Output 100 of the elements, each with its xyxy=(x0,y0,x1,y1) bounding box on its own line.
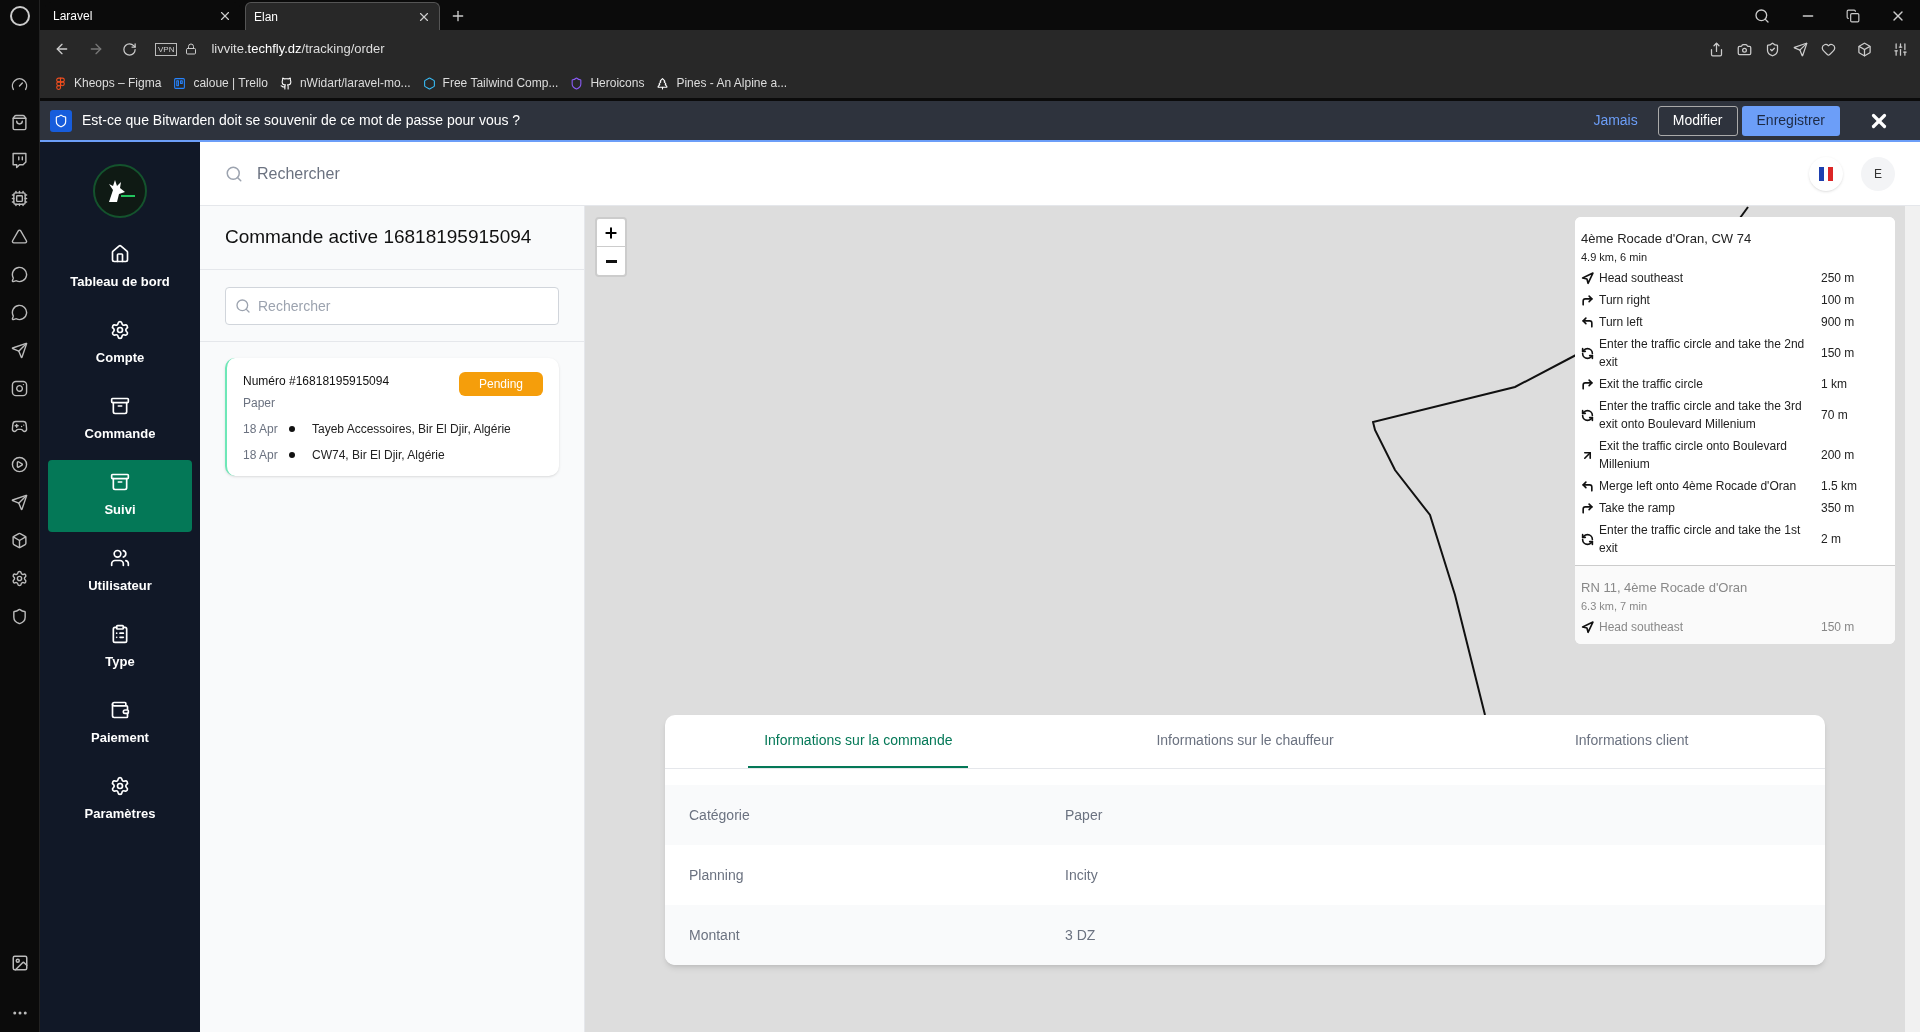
sidebar-app-icon[interactable] xyxy=(11,266,28,283)
step-distance: 100 m xyxy=(1821,292,1855,309)
step-distance: 1.5 km xyxy=(1821,478,1857,495)
direction-icon xyxy=(1581,479,1594,493)
shield-icon[interactable] xyxy=(1765,41,1780,57)
nav-icon xyxy=(110,700,130,721)
stop-address: CW74, Bir El Djir, Algérie xyxy=(312,447,445,464)
detail-label: Montant xyxy=(689,925,741,945)
cube-icon[interactable] xyxy=(1857,41,1872,57)
step-instruction: Enter the traffic circle and take the 3rd exit onto Boulevard Millenium xyxy=(1599,398,1803,433)
details-tab[interactable]: Informations sur la commande xyxy=(748,715,969,768)
search-icon xyxy=(225,164,243,183)
sidebar-app-icon[interactable] xyxy=(11,152,28,169)
bookmark-link[interactable]: Heroicons xyxy=(590,74,645,92)
sidebar-app-icon[interactable] xyxy=(11,342,28,359)
browser-tab[interactable]: Elan xyxy=(245,2,440,30)
address-bar-url[interactable]: livvite.techfly.dz/tracking/order xyxy=(211,39,385,59)
sidebar-nav-item[interactable]: Commande xyxy=(48,384,192,456)
route-summary: 6.3 km, 7 min xyxy=(1581,598,1649,614)
heart-icon[interactable] xyxy=(1821,41,1836,57)
step-distance: 70 m xyxy=(1821,407,1848,424)
sidebar-app-icon[interactable] xyxy=(11,532,28,549)
back-icon[interactable] xyxy=(54,41,70,57)
details-tab[interactable]: Informations sur le chauffeur xyxy=(1140,715,1350,768)
lock-icon xyxy=(185,43,198,55)
reload-icon[interactable] xyxy=(122,41,137,57)
nav-icon xyxy=(110,320,130,341)
step-instruction: Take the ramp xyxy=(1599,500,1677,517)
stop-date: 18 Apr xyxy=(243,447,279,464)
sidebar-app-icon[interactable] xyxy=(11,228,28,245)
sidebar-app-icon[interactable] xyxy=(11,494,28,511)
bookmark-link[interactable]: Free Tailwind Comp... xyxy=(442,74,559,92)
bookmark-link[interactable]: Pines - An Alpine a... xyxy=(676,74,788,92)
french-flag-icon[interactable] xyxy=(1809,156,1843,191)
browser-logo-icon[interactable] xyxy=(9,6,30,26)
step-distance: 350 m xyxy=(1821,500,1855,517)
direction-icon xyxy=(1581,293,1594,307)
sidebar-app-icon[interactable] xyxy=(11,304,28,321)
gallery-icon[interactable] xyxy=(10,954,29,972)
edit-button[interactable]: Modifier xyxy=(1657,105,1738,136)
direction-icon xyxy=(1581,620,1594,634)
sidebar-nav-item[interactable]: Type xyxy=(48,612,192,684)
step-instruction: Enter the traffic circle and take the 2nd exit xyxy=(1599,336,1806,371)
step-instruction: Turn right xyxy=(1599,292,1651,309)
vpn-badge[interactable]: VPN xyxy=(155,42,178,56)
close-tab-icon[interactable] xyxy=(218,9,232,23)
bookmark-link[interactable]: caloue | Trello xyxy=(193,74,268,92)
restore-icon[interactable] xyxy=(1846,9,1860,23)
detail-value: 3 DZ xyxy=(1065,925,1096,945)
sidebar-nav-item[interactable]: Paiement xyxy=(48,688,192,760)
sidebar-app-icon[interactable] xyxy=(11,114,28,131)
never-link[interactable]: Jamais xyxy=(1593,110,1638,131)
direction-icon xyxy=(1581,501,1594,515)
bookmark-link[interactable]: nWidart/laravel-mo... xyxy=(299,74,411,92)
step-instruction: Turn left xyxy=(1599,314,1644,331)
send-icon[interactable] xyxy=(1793,41,1808,57)
search-field[interactable]: Rechercher xyxy=(257,161,657,186)
nav-icon xyxy=(110,396,130,417)
forward-icon[interactable] xyxy=(88,41,104,57)
step-instruction: Merge left onto 4ème Rocade d'Oran xyxy=(1599,478,1798,495)
detail-value: Paper xyxy=(1065,805,1103,825)
sidebar-nav-item[interactable]: Suivi xyxy=(48,460,192,532)
route-summary: 4.9 km, 6 min xyxy=(1581,249,1649,265)
direction-icon xyxy=(1581,408,1594,422)
save-button[interactable]: Enregistrer xyxy=(1741,105,1840,136)
step-instruction: Head southeast xyxy=(1599,619,1685,636)
nav-icon xyxy=(110,244,130,265)
sidebar-nav-item[interactable]: Utilisateur xyxy=(48,536,192,608)
sidebar-app-icon[interactable] xyxy=(11,190,28,207)
step-distance: 1 km xyxy=(1821,376,1847,393)
route-alternative[interactable]: RN 11, 4ème Rocade d'Oran 6.3 km, 7 min Head southeast 150 m xyxy=(1575,565,1895,644)
user-avatar[interactable]: E xyxy=(1861,156,1895,191)
details-tab[interactable]: Informations client xyxy=(1558,715,1705,768)
sidebar-app-icon[interactable] xyxy=(11,608,28,625)
direction-icon xyxy=(1581,346,1594,360)
bookmark-icon xyxy=(173,76,187,90)
search-icon[interactable] xyxy=(1754,8,1770,24)
sidebar-app-icon[interactable] xyxy=(11,570,28,587)
step-instruction: Exit the traffic circle onto Boulevard Millenium xyxy=(1599,438,1788,473)
sidebar-nav-item[interactable]: Compte xyxy=(48,308,192,380)
nav-icon xyxy=(110,472,130,493)
sidebar-app-icon[interactable] xyxy=(11,76,28,93)
sidebar-app-icon[interactable] xyxy=(11,456,28,473)
step-instruction: Enter the traffic circle and take the 1st exit xyxy=(1599,522,1802,557)
sidebar-app-icon[interactable] xyxy=(11,418,28,435)
scrollbar-track[interactable] xyxy=(1905,206,1920,1032)
new-tab-icon[interactable] xyxy=(450,8,466,24)
sidebar-nav-item[interactable]: Tableau de bord xyxy=(48,232,192,304)
order-card[interactable]: Numéro #16818195915094 Pending Paper 18 Apr Tayeb Accessoires, Bir El Djir, Algérie 18 Apr CW74, Bir El Djir, Algérie xyxy=(225,358,559,476)
bookmark-link[interactable]: Kheops – Figma xyxy=(74,74,162,92)
sidebar-nav-item[interactable]: Paramètres xyxy=(48,764,192,836)
step-distance: 200 m xyxy=(1821,447,1855,464)
camera-icon[interactable] xyxy=(1737,41,1752,57)
search-field[interactable]: Rechercher xyxy=(225,286,559,325)
settings-icon[interactable] xyxy=(1893,41,1908,57)
nav-icon xyxy=(110,548,130,569)
bitwarden-icon xyxy=(50,109,72,132)
detail-value: Incity xyxy=(1065,865,1098,885)
share-icon[interactable] xyxy=(1709,41,1724,57)
sidebar-app-icon[interactable] xyxy=(11,380,28,397)
